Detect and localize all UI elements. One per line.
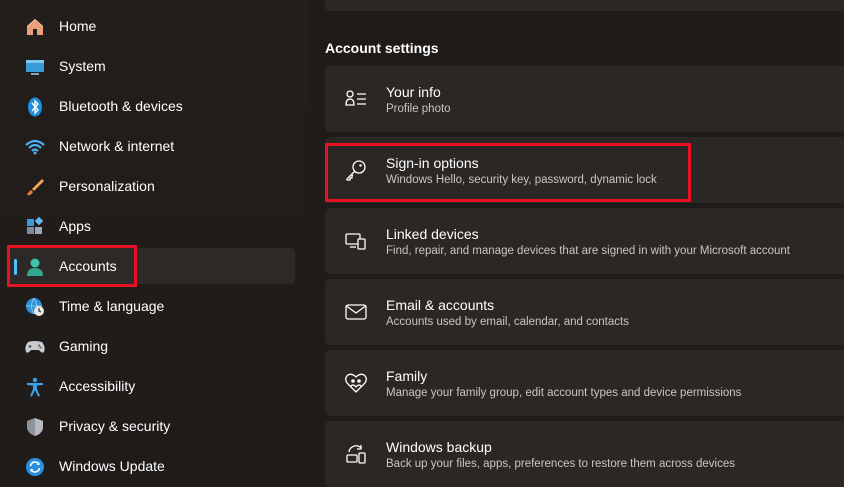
apps-icon [24, 216, 46, 238]
card-title: Sign-in options [386, 155, 479, 171]
card-email-accounts[interactable]: Email & accounts Accounts used by email,… [325, 279, 844, 345]
card-title: Family [386, 368, 428, 384]
sidebar-item-label: Privacy & security [59, 418, 171, 434]
sidebar-item-privacy[interactable]: Privacy & security [8, 408, 295, 444]
card-title: Your info [386, 84, 441, 100]
card-linked-devices[interactable]: Linked devices Find, repair, and manage … [325, 208, 844, 274]
person-icon [24, 256, 46, 278]
card-sign-in-options[interactable]: Sign-in options Windows Hello, security … [325, 137, 844, 203]
sidebar-item-label: Network & internet [59, 138, 175, 154]
wifi-icon [24, 136, 46, 158]
card-windows-backup[interactable]: Windows backup Back up your files, apps,… [325, 421, 844, 487]
paintbrush-icon [24, 176, 46, 198]
sidebar: Home System Bluetooth & devices Network … [0, 0, 310, 486]
bluetooth-icon [24, 96, 46, 118]
key-icon [344, 158, 368, 182]
sidebar-item-apps[interactable]: Apps [8, 208, 295, 244]
card-title: Email & accounts [386, 297, 495, 313]
sidebar-item-bluetooth[interactable]: Bluetooth & devices [8, 88, 295, 124]
sidebar-item-label: Personalization [59, 178, 155, 194]
sidebar-item-label: Bluetooth & devices [59, 98, 183, 114]
card-family[interactable]: Family Manage your family group, edit ac… [325, 350, 844, 416]
card-title: Windows backup [386, 439, 492, 455]
monitor-icon [24, 56, 46, 78]
card-subtitle: Accounts used by email, calendar, and co… [386, 316, 629, 328]
sidebar-item-accessibility[interactable]: Accessibility [8, 368, 295, 404]
shield-icon [24, 416, 46, 438]
sidebar-item-time-language[interactable]: Time & language [8, 288, 295, 324]
section-title: Account settings [325, 40, 439, 56]
devices-icon [344, 229, 368, 253]
heart-family-icon [344, 371, 368, 395]
globe-clock-icon [24, 296, 46, 318]
person-list-icon [344, 87, 368, 111]
sidebar-item-windows-update[interactable]: Windows Update [8, 448, 295, 484]
gamepad-icon [24, 336, 46, 358]
sidebar-item-personalization[interactable]: Personalization [8, 168, 295, 204]
sidebar-item-label: Apps [59, 218, 91, 234]
sidebar-item-label: Accessibility [59, 378, 136, 394]
home-icon [24, 16, 46, 38]
sidebar-item-label: Home [59, 18, 97, 34]
sidebar-item-accounts[interactable]: Accounts [8, 248, 295, 284]
card-subtitle: Find, repair, and manage devices that ar… [386, 245, 790, 257]
sidebar-item-gaming[interactable]: Gaming [8, 328, 295, 364]
card-subtitle: Back up your files, apps, preferences to… [386, 458, 735, 470]
sidebar-item-system[interactable]: System [8, 48, 295, 84]
backup-icon [344, 442, 368, 466]
card-subtitle: Manage your family group, edit account t… [386, 387, 742, 399]
sidebar-item-label: Accounts [59, 258, 117, 274]
update-icon [24, 456, 46, 478]
sidebar-item-home[interactable]: Home [8, 8, 295, 44]
card-title: Linked devices [386, 226, 479, 242]
card-subtitle: Windows Hello, security key, password, d… [386, 174, 657, 186]
previous-card[interactable] [325, 0, 844, 11]
sidebar-item-label: Gaming [59, 338, 109, 354]
sidebar-item-network[interactable]: Network & internet [8, 128, 295, 164]
sidebar-item-label: System [59, 58, 106, 74]
selection-indicator [14, 259, 17, 275]
card-subtitle: Profile photo [386, 103, 451, 115]
sidebar-item-label: Time & language [59, 298, 165, 314]
card-your-info[interactable]: Your info Profile photo [325, 66, 844, 132]
main-content: Account settings Your info Profile photo… [310, 0, 844, 487]
mail-icon [344, 300, 368, 324]
sidebar-item-label: Windows Update [59, 458, 165, 474]
accessibility-icon [24, 376, 46, 398]
